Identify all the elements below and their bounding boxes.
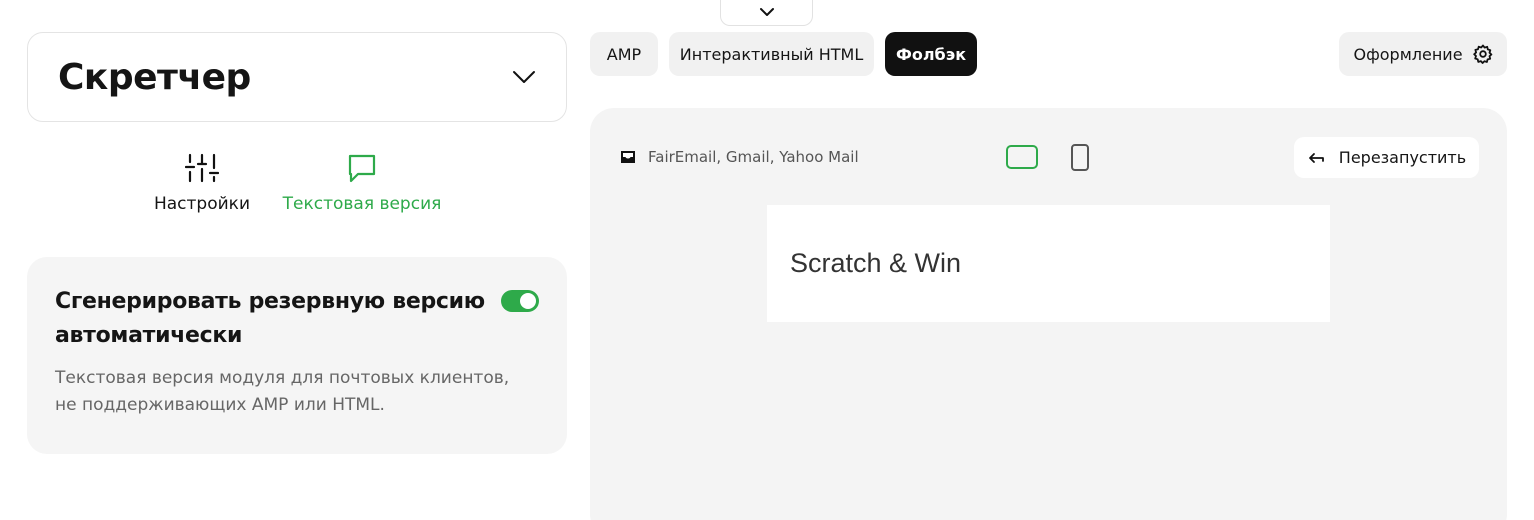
mobile-view-button[interactable] xyxy=(1071,144,1089,171)
email-preview-frame: Scratch & Win xyxy=(767,205,1330,322)
collapse-panel-button[interactable] xyxy=(720,0,813,26)
module-title: Скретчер xyxy=(58,56,251,98)
chat-bubble-icon xyxy=(348,154,376,183)
tab-text-version[interactable]: Текстовая версия xyxy=(280,152,444,214)
preview-panel: FairEmail, Gmail, Yahoo Mail Перезапусти… xyxy=(590,108,1507,520)
tab-fallback[interactable]: Фолбэк xyxy=(885,32,977,76)
design-button-label: Оформление xyxy=(1353,44,1463,64)
desktop-view-button[interactable] xyxy=(1006,145,1038,169)
inbox-icon xyxy=(621,151,635,163)
email-clients-info: FairEmail, Gmail, Yahoo Mail xyxy=(620,148,859,166)
email-preview-text: Scratch & Win xyxy=(790,248,962,278)
restart-button-label: Перезапустить xyxy=(1338,148,1467,167)
tab-settings-label: Настройки xyxy=(153,194,250,214)
tab-text-version-label: Текстовая версия xyxy=(282,194,442,214)
email-clients-text: FairEmail, Gmail, Yahoo Mail xyxy=(648,148,859,166)
fallback-settings-card: Сгенерировать резервную версию автоматич… xyxy=(27,257,567,454)
tab-amp[interactable]: AMP xyxy=(590,32,658,76)
gear-icon xyxy=(1472,44,1492,64)
arrow-left-icon xyxy=(1308,152,1324,163)
design-button[interactable]: Оформление xyxy=(1339,32,1507,76)
chevron-down-icon xyxy=(759,7,774,16)
mode-tabs: Настройки Текстовая версия xyxy=(0,152,594,232)
sliders-icon xyxy=(185,153,219,183)
fallback-card-title: Сгенерировать резервную версию автоматич… xyxy=(55,289,485,349)
chevron-down-icon xyxy=(513,71,535,83)
fallback-card-description: Текстовая версия модуля для почтовых кли… xyxy=(55,368,510,416)
tab-interactive-html[interactable]: Интерактивный HTML xyxy=(669,32,874,76)
auto-generate-toggle[interactable] xyxy=(501,290,539,312)
toggle-knob xyxy=(520,293,536,309)
restart-button[interactable]: Перезапустить xyxy=(1294,137,1479,178)
module-select-dropdown[interactable]: Скретчер xyxy=(27,32,567,122)
tab-settings[interactable]: Настройки xyxy=(150,152,254,214)
